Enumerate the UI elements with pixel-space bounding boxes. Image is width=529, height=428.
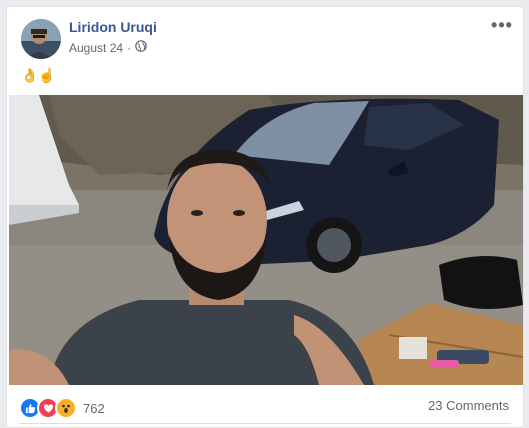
globe-icon[interactable] [135, 40, 147, 55]
actions-divider [19, 423, 511, 424]
wow-icon [55, 397, 77, 419]
reactions-summary[interactable]: 762 [19, 397, 105, 419]
more-options-button[interactable]: ••• [491, 15, 513, 35]
author-avatar[interactable] [21, 19, 61, 59]
post-photo[interactable] [9, 95, 523, 385]
post-text: 👌☝ [21, 67, 56, 83]
reaction-count: 762 [83, 400, 105, 416]
post-date[interactable]: August 24 [69, 41, 123, 55]
selfie-with-car-image [9, 95, 523, 385]
avatar-photo [21, 19, 61, 59]
post-meta: August 24 · [69, 40, 147, 55]
post-card: Liridon Uruqi August 24 · ••• 👌☝ 762 23 … [6, 6, 524, 428]
meta-separator: · [127, 40, 132, 55]
author-name-link[interactable]: Liridon Uruqi [69, 19, 157, 35]
comments-count-link[interactable]: 23 Comments [428, 398, 509, 413]
